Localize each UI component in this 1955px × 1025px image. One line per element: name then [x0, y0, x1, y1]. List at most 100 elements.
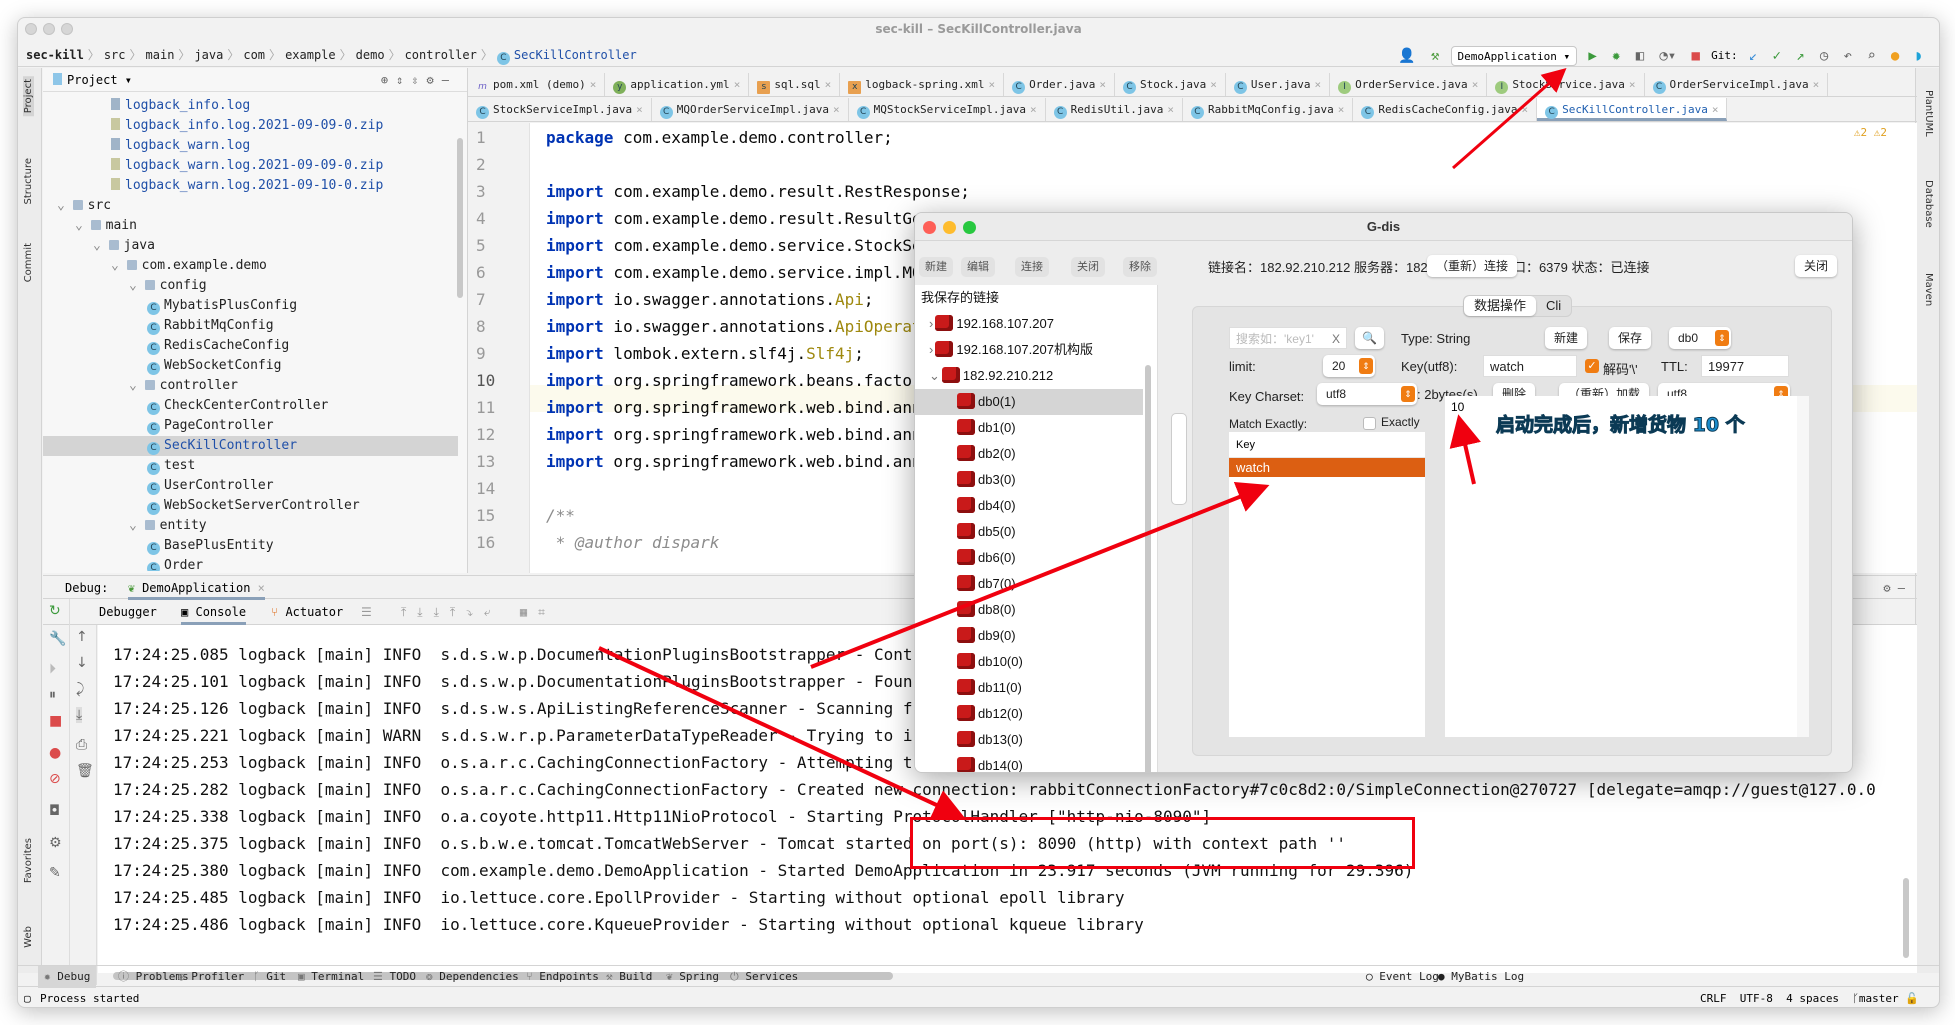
tool-tab-mybatis-log[interactable]: ● MyBatis Log	[1438, 966, 1524, 988]
database-item[interactable]: db8(0)	[915, 597, 1143, 623]
debug-session-tab[interactable]: ❦ DemoApplication ×	[127, 581, 265, 600]
commit-tool-tab[interactable]: Commit	[23, 243, 34, 282]
panel-toggle-icon[interactable]: ▢	[24, 988, 31, 1007]
profile-icon[interactable]: ◔▾	[1659, 44, 1676, 68]
key-input[interactable]: watch	[1483, 355, 1577, 377]
save-key-button[interactable]: 保存	[1609, 327, 1652, 349]
tree-item[interactable]: ⌄ com.example.demo	[43, 256, 458, 276]
tree-item[interactable]: C Order	[43, 556, 458, 571]
database-item[interactable]: db0(1)	[915, 389, 1143, 415]
editor-tab[interactable]: C StockServiceImpl.java ×	[468, 98, 652, 121]
close-tab-icon[interactable]: ×	[1030, 103, 1037, 116]
tree-item[interactable]: C PageController	[43, 416, 458, 436]
close-tab-icon[interactable]: ×	[1167, 103, 1174, 116]
minimize-window-button[interactable]	[43, 23, 55, 35]
key-search-input[interactable]: 搜索如：'key1' X	[1229, 327, 1347, 349]
edit-connection-button[interactable]: 编辑	[961, 257, 995, 277]
tree-item[interactable]: ⌄ entity	[43, 516, 458, 536]
git-push-icon[interactable]: ↗	[1796, 44, 1804, 68]
close-tab-icon[interactable]: ×	[1472, 78, 1479, 91]
breadcrumb-item[interactable]: C SecKillController	[496, 43, 637, 67]
limit-select[interactable]: 20 ⇕	[1323, 355, 1375, 377]
database-item[interactable]: db5(0)	[915, 519, 1143, 545]
maven-tool-tab[interactable]: Maven	[1923, 273, 1934, 306]
database-item[interactable]: db4(0)	[915, 493, 1143, 519]
tree-item[interactable]: C WebSocketServerController	[43, 496, 458, 516]
new-connection-button[interactable]: 新建	[919, 257, 953, 277]
editor-tab[interactable]: y application.yml ×	[605, 73, 750, 96]
editor-tab[interactable]: s sql.sql ×	[749, 73, 841, 96]
tree-item[interactable]: C UserController	[43, 476, 458, 496]
project-scrollbar[interactable]	[457, 138, 463, 298]
debug-step-buttons[interactable]: ☰ ⤒⤓⤓⤒⤵⤶ ▦⌗	[361, 599, 556, 625]
mute-breakpoints-icon[interactable]: ⊘	[49, 771, 61, 787]
tool-tab-dependencies[interactable]: ❂ Dependencies	[426, 966, 519, 988]
key-list-item[interactable]: watch	[1229, 458, 1425, 477]
tool-tab-profiler[interactable]: ◎ Profiler	[178, 966, 244, 988]
chevron-down-icon[interactable]: ⌄	[929, 368, 940, 383]
tab-data-operation[interactable]: 数据操作	[1464, 296, 1537, 316]
console-vertical-scrollbar[interactable]	[1903, 878, 1909, 958]
editor-tab[interactable]: C RedisCacheConfig.java ×	[1353, 98, 1538, 121]
editor-tab[interactable]: C OrderServiceImpl.java ×	[1645, 73, 1829, 96]
decode-checkbox[interactable]: ✓	[1585, 359, 1599, 373]
database-item[interactable]: db12(0)	[915, 701, 1143, 727]
database-item[interactable]: db6(0)	[915, 545, 1143, 571]
project-panel-actions[interactable]: ⊕⇕⇳⚙—	[381, 68, 457, 92]
git-commit-icon[interactable]: ✓	[1773, 44, 1781, 68]
editor-tab[interactable]: I OrderService.java ×	[1330, 73, 1488, 96]
tree-item[interactable]: ⌄ java	[43, 236, 458, 256]
breakpoints-icon[interactable]: ●	[49, 745, 61, 761]
trash-icon[interactable]: 🗑	[76, 763, 94, 779]
tab-debugger[interactable]: Debugger	[99, 599, 157, 625]
breadcrumb-item[interactable]: com	[243, 43, 265, 67]
editor-tab[interactable]: C RabbitMqConfig.java ×	[1183, 98, 1354, 121]
up-arrow-icon[interactable]: ↑	[76, 629, 88, 645]
project-view-select[interactable]: Project	[67, 73, 118, 87]
key-charset-select[interactable]: utf8 ⇕	[1317, 383, 1417, 405]
breadcrumb-item[interactable]: controller	[405, 43, 477, 67]
breadcrumb-item[interactable]: sec-kill	[26, 43, 84, 67]
debug-settings-icon[interactable]: ⚙ —	[1883, 576, 1905, 600]
editor-tab[interactable]: m pom.xml (demo) ×	[468, 73, 606, 96]
close-tab-icon[interactable]: ×	[1210, 78, 1217, 91]
chevron-right-icon[interactable]: ›	[929, 316, 933, 331]
scroll-to-end-icon[interactable]: ⤓	[76, 707, 83, 723]
rerun-icon[interactable]: ↻	[49, 603, 61, 619]
stop-icon[interactable]: ■	[49, 713, 62, 729]
tool-tab-terminal[interactable]: ▣ Terminal	[298, 966, 364, 988]
db-select[interactable]: db0 ⇕	[1669, 327, 1731, 349]
connections-scrollbar[interactable]	[1145, 365, 1151, 772]
breadcrumb-item[interactable]: main	[146, 43, 175, 67]
close-tab-icon[interactable]: ×	[1629, 78, 1636, 91]
tree-item[interactable]: logback_warn.log.2021-09-10-0.zip	[43, 176, 458, 196]
tool-tab-todo[interactable]: ☰ TODO	[373, 966, 416, 988]
tree-item[interactable]: ⌄ config	[43, 276, 458, 296]
editor-tab[interactable]: C MQStockServiceImpl.java ×	[849, 98, 1046, 121]
chevron-down-icon[interactable]: ⌄	[75, 218, 91, 233]
editor-tab[interactable]: C RedisUtil.java ×	[1046, 98, 1183, 121]
database-item[interactable]: db13(0)	[915, 727, 1143, 753]
editor-tab[interactable]: C SecKillController.java ×	[1537, 98, 1728, 121]
close-connection-button[interactable]: 关闭	[1071, 257, 1105, 277]
web-tool-tab[interactable]: Web	[23, 926, 34, 948]
gdis-close-button[interactable]	[923, 221, 936, 234]
close-tab-icon[interactable]: ×	[1314, 78, 1321, 91]
gdis-zoom-button[interactable]	[963, 221, 976, 234]
tool-tab-build[interactable]: ⚒ Build	[606, 966, 652, 988]
connect-button[interactable]: 连接	[1015, 257, 1049, 277]
database-item[interactable]: db7(0)	[915, 571, 1143, 597]
chevron-right-icon[interactable]: ›	[929, 342, 933, 357]
close-tab-icon[interactable]: ×	[636, 103, 643, 116]
close-tab-icon[interactable]: ×	[825, 78, 832, 91]
file-encoding[interactable]: UTF-8	[1740, 992, 1773, 1005]
database-item[interactable]: db11(0)	[915, 675, 1143, 701]
editor-tab[interactable]: I StockService.java ×	[1487, 73, 1645, 96]
tab-actuator[interactable]: ⑂ Actuator	[271, 599, 343, 625]
camera-icon[interactable]: ◘	[49, 803, 60, 819]
value-textarea[interactable]: 10	[1445, 396, 1809, 737]
project-tool-tab[interactable]: Project	[23, 76, 34, 117]
database-item[interactable]: db2(0)	[915, 441, 1143, 467]
run-configuration-select[interactable]: DemoApplication ▾	[1450, 45, 1578, 66]
tree-item[interactable]: ⌄ src	[43, 196, 458, 216]
